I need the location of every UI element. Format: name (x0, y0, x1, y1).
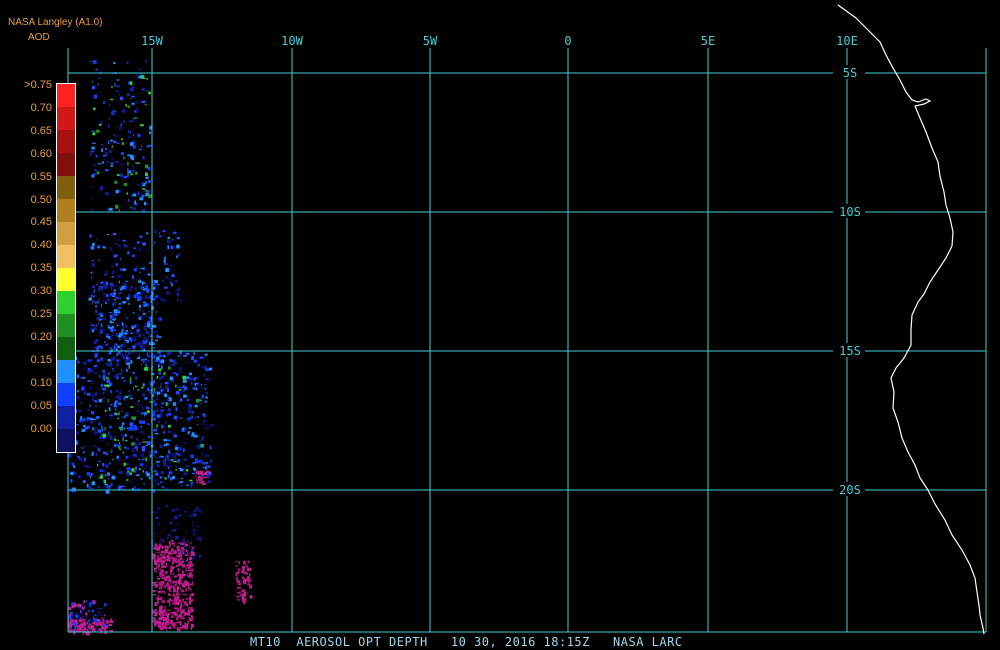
product-title: NASA Langley (A1.0) (8, 17, 103, 28)
legend-label: >0.75 (24, 79, 52, 91)
legend-swatch (57, 406, 75, 429)
legend-swatch (57, 84, 75, 107)
variable-label: AOD (28, 32, 50, 43)
longitude-label: 10E (836, 34, 858, 48)
legend-swatch (57, 130, 75, 153)
legend-swatch (57, 429, 75, 452)
legend-swatch (57, 107, 75, 130)
aod-map: 15W 10W 5W 0 5E 10E 5S 10S 15S 20S (67, 4, 987, 636)
legend-swatch (57, 360, 75, 383)
legend-label: 0.20 (30, 330, 52, 343)
legend-label: 0.30 (30, 285, 52, 298)
legend-label: 0.45 (30, 216, 52, 229)
longitude-label: 10W (281, 34, 303, 48)
legend-label: 0.65 (30, 124, 52, 137)
legend-swatch (57, 176, 75, 199)
longitude-label: 5E (701, 34, 715, 48)
legend-label: 0.35 (30, 262, 52, 275)
aod-color-legend (56, 83, 76, 453)
legend-label: 0.00 (30, 422, 52, 435)
latitude-label: 20S (839, 483, 861, 497)
latitude-label: 5S (843, 66, 857, 80)
legend-label: 0.40 (30, 239, 52, 252)
latitude-label: 15S (839, 344, 861, 358)
latitude-label: 10S (839, 205, 861, 219)
legend-label: 0.25 (30, 308, 52, 320)
coastline (837, 4, 985, 635)
legend-label: 0.10 (30, 376, 52, 389)
legend-swatch (57, 314, 75, 337)
legend-label: 0.15 (30, 353, 52, 366)
legend-label: 0.55 (30, 170, 52, 183)
legend-label: 0.05 (30, 399, 52, 412)
longitude-label: 15W (141, 34, 163, 48)
legend-label: 0.60 (30, 147, 52, 160)
legend-swatch (57, 268, 75, 291)
legend-swatch (57, 245, 75, 268)
legend-label: 0.70 (30, 101, 52, 114)
longitude-label: 5W (423, 34, 438, 48)
aod-pixels (68, 60, 253, 636)
legend-swatch (57, 291, 75, 314)
image-caption: MT10 AEROSOL OPT DEPTH 10 30, 2016 18:15… (250, 635, 683, 649)
longitude-label: 0 (564, 34, 571, 48)
legend-label: 0.50 (30, 193, 52, 206)
legend-swatch (57, 199, 75, 222)
grid-labels: 15W 10W 5W 0 5E 10E 5S 10S 15S 20S (141, 34, 865, 497)
legend-swatch (57, 337, 75, 360)
legend-swatch (57, 222, 75, 245)
legend-swatch (57, 153, 75, 176)
legend-swatch (57, 383, 75, 406)
lat-lon-grid (67, 48, 987, 633)
